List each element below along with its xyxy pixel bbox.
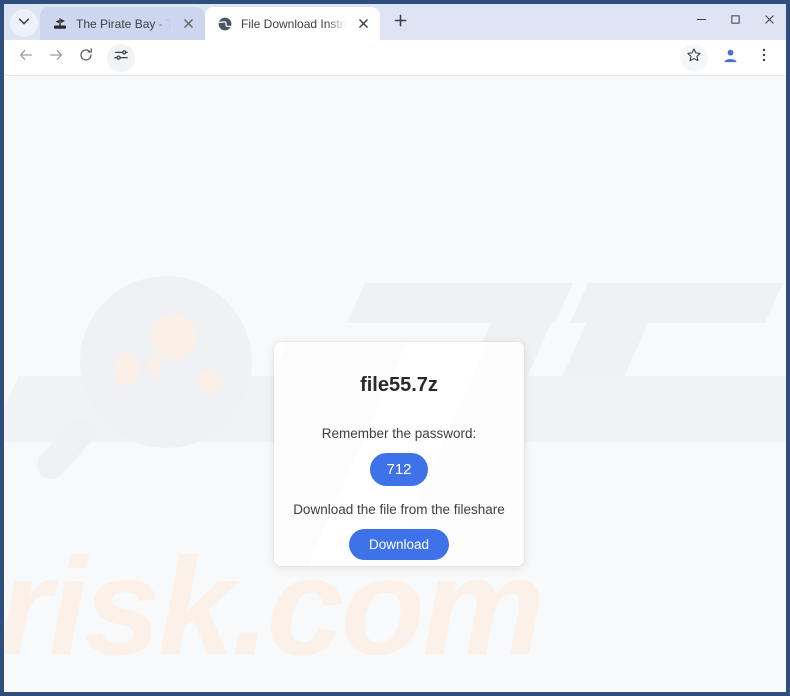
plus-icon bbox=[394, 14, 407, 32]
window-close-button[interactable] bbox=[752, 4, 786, 34]
three-dot-menu-icon bbox=[756, 47, 772, 68]
background-diagonal-band bbox=[4, 376, 319, 442]
chevron-down-icon bbox=[17, 14, 31, 33]
profile-button[interactable] bbox=[716, 44, 744, 72]
back-button[interactable] bbox=[12, 44, 40, 72]
tab-title: File Download Instructions for bbox=[241, 16, 346, 31]
tab-search-button[interactable] bbox=[10, 9, 38, 37]
reload-icon bbox=[78, 47, 94, 68]
arrow-right-icon bbox=[48, 47, 64, 68]
browser-toolbar bbox=[4, 40, 786, 76]
reload-button[interactable] bbox=[72, 44, 100, 72]
customize-toolbar-button[interactable] bbox=[107, 43, 135, 72]
browser-menu-button[interactable] bbox=[750, 44, 778, 72]
address-bar[interactable] bbox=[143, 44, 672, 72]
new-tab-button[interactable] bbox=[386, 9, 414, 37]
tune-sliders-icon bbox=[113, 47, 129, 68]
tab-close-button[interactable] bbox=[179, 15, 197, 33]
tab-close-button[interactable] bbox=[354, 15, 372, 33]
arrow-left-icon bbox=[18, 47, 34, 68]
profile-avatar-icon bbox=[722, 47, 739, 69]
browser-tab-file-download-instructions[interactable]: File Download Instructions for bbox=[205, 7, 380, 40]
download-hint-text: Download the file from the fileshare bbox=[293, 502, 505, 517]
tab-strip: The Pirate Bay - The galaxy's m File Dow… bbox=[4, 4, 786, 40]
globe-icon bbox=[217, 16, 233, 32]
password-label: Remember the password: bbox=[321, 426, 477, 441]
file-name-heading: file55.7z bbox=[360, 374, 438, 396]
pirate-ship-icon bbox=[52, 16, 68, 32]
download-instructions-card: file55.7z Remember the password: 712 Dow… bbox=[274, 342, 524, 566]
browser-window: The Pirate Bay - The galaxy's m File Dow… bbox=[0, 0, 790, 696]
password-value-badge[interactable]: 712 bbox=[370, 453, 428, 486]
window-maximize-button[interactable] bbox=[718, 4, 752, 34]
star-icon bbox=[686, 47, 702, 68]
window-controls bbox=[684, 4, 786, 40]
magnifier-watermark bbox=[31, 272, 296, 507]
tab-title: The Pirate Bay - The galaxy's m bbox=[76, 16, 171, 31]
window-minimize-button[interactable] bbox=[684, 4, 718, 34]
browser-tab-pirate-bay[interactable]: The Pirate Bay - The galaxy's m bbox=[40, 7, 205, 40]
bookmark-button[interactable] bbox=[680, 43, 708, 72]
page-viewport: risk.com file55.7z Remember the password… bbox=[4, 76, 786, 692]
forward-button[interactable] bbox=[42, 44, 70, 72]
download-button[interactable]: Download bbox=[348, 529, 450, 560]
